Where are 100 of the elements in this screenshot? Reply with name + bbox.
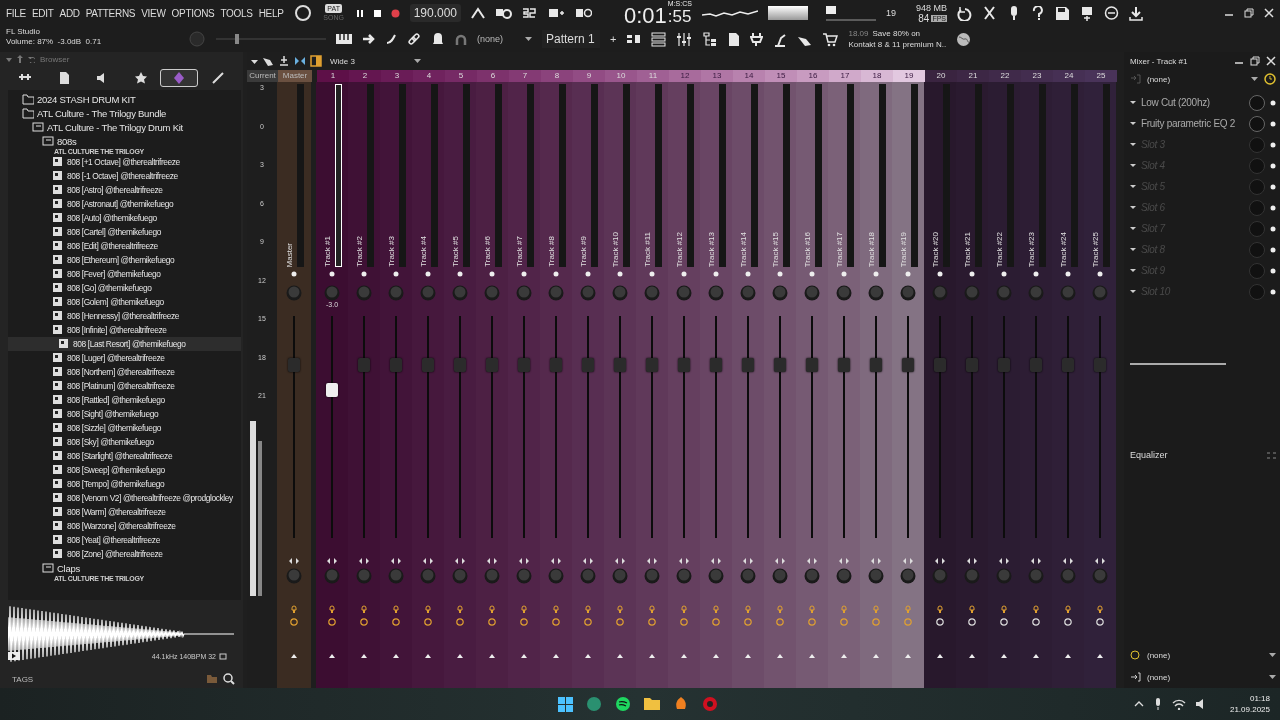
equalizer-label: Equalizer — [1130, 450, 1168, 460]
track-number[interactable]: 18 — [861, 70, 893, 82]
track-number[interactable]: 2 — [349, 70, 381, 82]
sample-item[interactable]: 808 [Last Resort] @themikefuego — [8, 337, 241, 351]
sample-item[interactable]: 808 [Platinum] @therealtrifreeze — [8, 379, 241, 393]
master-tab[interactable]: Master — [278, 70, 312, 82]
pattern-source-select[interactable]: (none) — [455, 32, 515, 46]
tempo-display[interactable]: 190.000 — [409, 4, 461, 22]
effect-slot[interactable]: Fruity parametric EQ 2 — [1141, 118, 1244, 129]
track-number[interactable]: 1 — [317, 70, 349, 82]
sample-item[interactable]: 808 [Northern] @therealtrifreeze — [8, 365, 241, 379]
hint-title: FL Studio — [6, 27, 41, 37]
clock-time: 01:18 — [1249, 693, 1270, 704]
track-number[interactable]: 22 — [989, 70, 1021, 82]
track-name: Track #7 — [514, 235, 524, 267]
track-number[interactable]: 20 — [925, 70, 957, 82]
track-number[interactable]: 7 — [509, 70, 541, 82]
news-date: 18.09 — [848, 28, 869, 39]
layout-preset[interactable]: Wide 3 — [330, 56, 410, 66]
track-number[interactable]: 4 — [413, 70, 445, 82]
sample-item[interactable]: 808 [Warm] @therealtrifreeze — [8, 505, 241, 519]
sample-item[interactable]: 808 [Venom V2] @therealtrifreeze @prodglockley — [8, 491, 241, 505]
sample-item[interactable]: 808 [Golem] @themikefuego — [8, 295, 241, 309]
sample-item[interactable]: 808 [Sizzle] @themikefuego — [8, 421, 241, 435]
fps-readout: 84 — [918, 13, 930, 23]
track-number[interactable]: 6 — [477, 70, 509, 82]
folder-item[interactable]: 808s — [8, 134, 241, 148]
track-number[interactable]: 8 — [541, 70, 573, 82]
tags-label[interactable]: TAGS — [12, 674, 34, 684]
sample-item[interactable]: 808 [Tempo] @themikefuego — [8, 477, 241, 491]
menu-item[interactable]: EDIT — [31, 7, 54, 19]
sample-item[interactable]: 808 [Hennessy] @therealtrifreeze — [8, 309, 241, 323]
track-number[interactable]: 9 — [573, 70, 605, 82]
track-number[interactable]: 5 — [445, 70, 477, 82]
track-number[interactable]: 12 — [669, 70, 701, 82]
sample-item[interactable]: 808 [Auto] @themikefuego — [8, 211, 241, 225]
folder-item[interactable]: ATL Culture - The Trilogy Bundle — [8, 106, 241, 120]
track-number[interactable]: 23 — [1021, 70, 1053, 82]
sample-item[interactable]: 808 [Luger] @therealtrifreeze — [8, 351, 241, 365]
track-number[interactable]: 24 — [1053, 70, 1085, 82]
sample-item[interactable]: 808 [Sky] @themikefuego — [8, 435, 241, 449]
track-name: Track #8 — [546, 235, 556, 267]
news-text: Save 80% on — [872, 28, 921, 39]
add-pattern-button[interactable]: + — [610, 33, 617, 45]
track-number[interactable]: 15 — [765, 70, 797, 82]
sample-item[interactable]: 808 [-1 Octave] @therealtrifreeze — [8, 169, 241, 183]
track-name: Track #14 — [738, 230, 748, 267]
track-name: Track #4 — [418, 235, 428, 267]
track-name: Track #19 — [898, 230, 908, 267]
sample-item[interactable]: 808 [Zone] @therealtrifreeze — [8, 547, 241, 561]
menu-item[interactable]: FILE — [6, 7, 26, 19]
hint-text: Volume: 87% -3.0dB 0.71 — [6, 37, 103, 47]
sample-item[interactable]: 808 [Rattled] @themikefuego — [8, 393, 241, 407]
track-name: Track #12 — [674, 230, 684, 267]
output-select[interactable]: (none) — [1147, 672, 1263, 682]
song-time-centis: :55 — [667, 6, 692, 27]
pattern-selector[interactable]: Pattern 1 — [542, 30, 600, 48]
menu-item[interactable]: VIEW — [141, 7, 166, 19]
track-number[interactable]: 3 — [381, 70, 413, 82]
menu-item[interactable]: PATTERNS — [85, 7, 136, 19]
input-select[interactable]: (none) — [1147, 74, 1245, 84]
sample-item[interactable]: 808 [Astro] @therealtrifreeze — [8, 183, 241, 197]
track-number[interactable]: 21 — [957, 70, 989, 82]
track-number[interactable]: 11 — [637, 70, 669, 82]
output-select[interactable]: (none) — [1147, 650, 1263, 660]
track-number[interactable]: 14 — [733, 70, 765, 82]
sample-item[interactable]: 808 [Sweep] @themikefuego — [8, 463, 241, 477]
sample-item[interactable]: 808 [Cartel] @themikefuego — [8, 225, 241, 239]
track-number[interactable]: 19 — [893, 70, 925, 82]
track-name: Track #23 — [1026, 230, 1036, 267]
current-tab[interactable]: Current — [247, 70, 278, 82]
track-name: Track #22 — [994, 230, 1004, 267]
folder-item[interactable]: 2024 STASH DRUM KIT — [8, 92, 241, 106]
sample-item[interactable]: 808 [Go] @themikefuego — [8, 281, 241, 295]
sample-item[interactable]: 808 [Infinite] @therealtrifreeze — [8, 323, 241, 337]
track-number[interactable]: 25 — [1085, 70, 1117, 82]
sample-item[interactable]: 808 [Starlight] @therealtrifreeze — [8, 449, 241, 463]
track-number[interactable]: 13 — [701, 70, 733, 82]
sample-item[interactable]: 808 [Astronaut] @themikefuego — [8, 197, 241, 211]
track-name: Track #6 — [482, 235, 492, 267]
sample-item[interactable]: 808 [Ethereum] @themikefuego — [8, 253, 241, 267]
sample-item[interactable]: 808 [Sight] @themikefuego — [8, 407, 241, 421]
folder-item[interactable]: Claps — [8, 561, 241, 575]
menu-item[interactable]: TOOLS — [220, 7, 253, 19]
sample-item[interactable]: 808 [Warzone] @therealtrifreeze — [8, 519, 241, 533]
track-number[interactable]: 16 — [797, 70, 829, 82]
sample-item[interactable]: 808 [Yeat] @therealtrifreeze — [8, 533, 241, 547]
menu-item[interactable]: OPTIONS — [171, 7, 215, 19]
menu-item[interactable]: ADD — [59, 7, 80, 19]
track-number[interactable]: 17 — [829, 70, 861, 82]
track-name: Track #10 — [610, 230, 620, 267]
track-number[interactable]: 10 — [605, 70, 637, 82]
sample-item[interactable]: 808 [+1 Octave] @therealtrifreeze — [8, 155, 241, 169]
folder-item[interactable]: ATL Culture - The Trilogy Drum Kit — [8, 120, 241, 134]
effect-slot[interactable]: Low Cut (200hz) — [1141, 97, 1244, 108]
sample-item[interactable]: 808 [Fever] @themikefuego — [8, 267, 241, 281]
browser-title: Browser — [40, 54, 70, 64]
menu-item[interactable]: HELP — [258, 7, 284, 19]
track-name: Track #15 — [770, 230, 780, 267]
sample-item[interactable]: 808 [Edit] @therealtrifreeze — [8, 239, 241, 253]
